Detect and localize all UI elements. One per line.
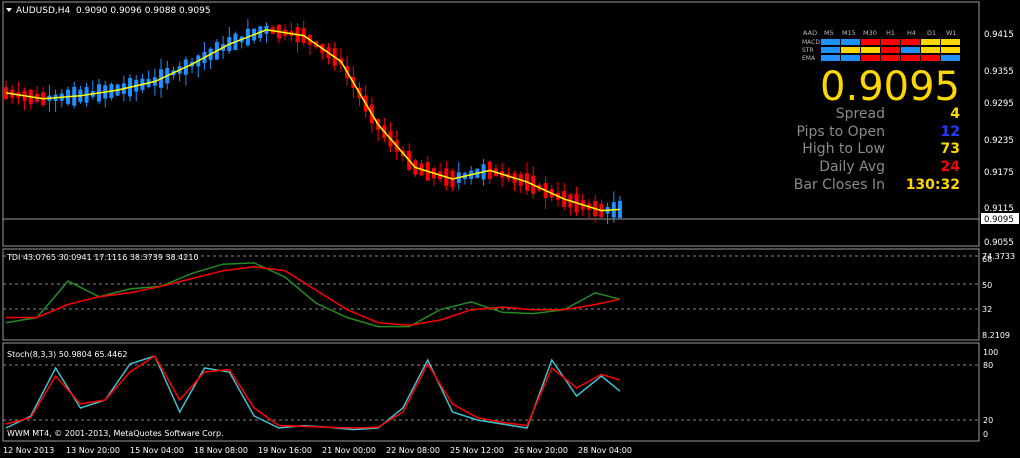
- tdi-tick: 50: [982, 281, 992, 290]
- mtf-cell: [821, 39, 840, 45]
- tdi-tick: 68: [982, 255, 992, 264]
- high-to-low-label: High to Low: [802, 141, 885, 157]
- mtf-header-m30: M30: [863, 29, 877, 37]
- daily-avg-label: Daily Avg: [819, 159, 885, 175]
- mtf-cell: [901, 55, 920, 61]
- tdi-panel[interactable]: [2, 248, 980, 341]
- time-tick: 18 Nov 08:00: [194, 446, 248, 455]
- mtf-header-m5: M5: [824, 29, 834, 37]
- price-tick: 0.9175: [984, 168, 1014, 178]
- mt4-chart-window[interactable]: AUDUSD,H4 0.9090 0.9096 0.9088 0.9095 0.…: [0, 0, 1020, 458]
- stoch-signal-line: [5, 354, 621, 429]
- time-axis: 12 Nov 2013 13 Nov 20:00 15 Nov 04:00 18…: [3, 446, 632, 455]
- spread-value: 4: [950, 106, 960, 122]
- time-tick: 12 Nov 2013: [3, 446, 54, 455]
- mtf-header-h1: H1: [886, 29, 895, 37]
- info-block: Spread 4 Pips to Open 12 High to Low 73 …: [794, 106, 961, 193]
- pips-to-open-label: Pips to Open: [796, 124, 885, 140]
- mtf-cell: [841, 39, 860, 45]
- mtf-cell: [941, 47, 960, 53]
- pips-to-open-value: 12: [941, 124, 960, 140]
- mtf-cell: [841, 47, 860, 53]
- mtf-cell: [821, 55, 840, 61]
- price-tick: 0.9055: [984, 238, 1014, 248]
- mtf-panel: AAD M5 M15 M30 H1 H4 D1 W1 MACD STR EMA: [802, 29, 960, 62]
- price-tick: 0.9415: [984, 30, 1014, 40]
- stoch-label: Stoch(8,3,3) 50.9804 65.4462: [7, 350, 127, 359]
- stoch-tick: 100: [983, 348, 998, 357]
- mtf-cell: [921, 47, 940, 53]
- mtf-cell: [901, 47, 920, 53]
- daily-avg-value: 24: [941, 159, 961, 175]
- mtf-header-d1: D1: [927, 29, 936, 37]
- mtf-cell: [881, 47, 900, 53]
- mtf-cell: [901, 39, 920, 45]
- time-tick: 21 Nov 00:00: [322, 446, 376, 455]
- price-tick: 0.9295: [984, 99, 1014, 109]
- spread-label: Spread: [836, 106, 885, 122]
- mtf-cell: [821, 47, 840, 53]
- big-price: 0.9095: [820, 64, 960, 110]
- mtf-cell: [881, 55, 900, 61]
- mtf-cell: [861, 55, 880, 61]
- price-tick: 0.9235: [984, 136, 1014, 146]
- mtf-row-label: EMA: [802, 55, 816, 62]
- mtf-header-w1: W1: [946, 29, 957, 37]
- time-tick: 22 Nov 08:00: [386, 446, 440, 455]
- high-to-low-value: 73: [941, 141, 960, 157]
- time-tick: 26 Nov 20:00: [514, 446, 568, 455]
- mtf-cell: [881, 39, 900, 45]
- tdi-tick: 8.2109: [982, 331, 1010, 340]
- stoch-tick: 80: [983, 361, 993, 370]
- mtf-header-m15: M15: [842, 29, 856, 37]
- ohlc-label: 0.9090 0.9096 0.9088 0.9095: [76, 6, 211, 16]
- time-tick: 13 Nov 20:00: [66, 446, 120, 455]
- bar-closes-in-label: Bar Closes In: [794, 177, 885, 193]
- mtf-header-h4: H4: [907, 29, 916, 37]
- mtf-cell: [861, 39, 880, 45]
- symbol-label: AUDUSD,H4: [16, 6, 71, 16]
- price-tick: 0.9355: [984, 67, 1014, 77]
- mtf-header-aad: AAD: [803, 29, 817, 37]
- tdi-green-line: [5, 262, 621, 328]
- mtf-cell: [841, 55, 860, 61]
- mtf-cell: [861, 47, 880, 53]
- mtf-row-label: STR: [802, 47, 814, 54]
- price-tick: 0.9115: [984, 204, 1014, 214]
- copyright-text: WWM MT4, © 2001-2013, MetaQuotes Softwar…: [7, 429, 224, 438]
- tdi-label: TDI 43.0765 30.0941 17.1116 38.3739 38.4…: [6, 253, 199, 262]
- mtf-cell: [941, 39, 960, 45]
- tdi-tick: 32: [982, 305, 992, 314]
- current-price-label: 0.9095: [984, 215, 1014, 225]
- stoch-tick: 0: [983, 430, 988, 439]
- bar-closes-in-value: 130:32: [906, 177, 960, 193]
- time-tick: 15 Nov 04:00: [130, 446, 184, 455]
- dropdown-triangle-icon[interactable]: [6, 8, 12, 12]
- mtf-row-label: MACD: [802, 39, 820, 46]
- mtf-cell: [921, 39, 940, 45]
- time-tick: 19 Nov 16:00: [258, 446, 312, 455]
- mtf-cell: [921, 55, 940, 61]
- candles: [4, 19, 622, 225]
- stoch-tick: 20: [983, 416, 993, 425]
- time-tick: 25 Nov 12:00: [450, 446, 504, 455]
- time-tick: 28 Nov 04:00: [578, 446, 632, 455]
- mtf-cell: [941, 55, 960, 61]
- stoch-main-line: [5, 355, 621, 431]
